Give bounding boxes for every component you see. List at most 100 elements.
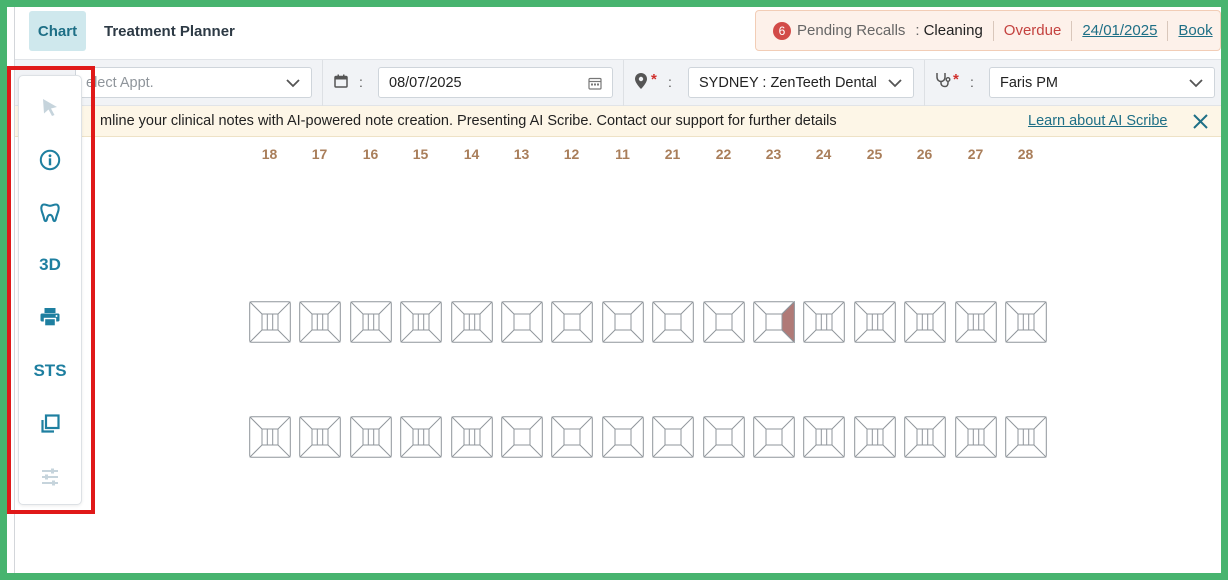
tooth-lower-11[interactable] bbox=[602, 416, 644, 458]
copy-icon bbox=[41, 414, 60, 433]
tooth-lower-14[interactable] bbox=[451, 416, 493, 458]
tooth-upper-17[interactable] bbox=[299, 301, 341, 343]
location-colon: : bbox=[668, 74, 672, 90]
tooth-lower-28[interactable] bbox=[1005, 416, 1047, 458]
chevron-down-icon bbox=[888, 79, 902, 88]
date-colon: : bbox=[359, 74, 363, 90]
tooth-upper-14[interactable] bbox=[451, 301, 493, 343]
sliders-icon bbox=[42, 468, 58, 486]
tooth-upper-23[interactable] bbox=[753, 301, 795, 343]
tooth-lower-25[interactable] bbox=[854, 416, 896, 458]
chevron-down-icon bbox=[286, 79, 300, 88]
tab-treatment-planner[interactable]: Treatment Planner bbox=[104, 11, 235, 51]
calendar-picker-icon[interactable] bbox=[588, 76, 602, 90]
tooth-lower-24[interactable] bbox=[803, 416, 845, 458]
tooth-lower-15[interactable] bbox=[400, 416, 442, 458]
tooth-number: 14 bbox=[463, 146, 480, 162]
tooth-lower-22[interactable] bbox=[703, 416, 745, 458]
tooth-icon bbox=[40, 203, 60, 223]
tooth-upper-22[interactable] bbox=[703, 301, 745, 343]
tooth-upper-16[interactable] bbox=[350, 301, 392, 343]
tooth-number: 24 bbox=[815, 146, 832, 162]
duplicate-button[interactable] bbox=[19, 407, 81, 441]
tooth-upper-15[interactable] bbox=[400, 301, 442, 343]
tooth-upper-28[interactable] bbox=[1005, 301, 1047, 343]
divider bbox=[623, 60, 624, 107]
required-mark: * bbox=[953, 71, 959, 88]
appointment-placeholder: elect Appt. bbox=[86, 74, 154, 91]
learn-ai-scribe-link[interactable]: Learn about AI Scribe bbox=[1028, 113, 1167, 129]
tooth-number: 26 bbox=[916, 146, 933, 162]
divider bbox=[322, 60, 323, 107]
date-value: 08/07/2025 bbox=[389, 74, 462, 91]
close-icon[interactable] bbox=[1193, 114, 1208, 129]
location-pin-icon bbox=[635, 73, 647, 89]
3d-view-button[interactable]: 3D bbox=[19, 248, 81, 282]
info-button[interactable] bbox=[19, 143, 81, 177]
tooth-upper-13[interactable] bbox=[501, 301, 543, 343]
tooth-upper-25[interactable] bbox=[854, 301, 896, 343]
provider-select[interactable]: Faris PM bbox=[989, 67, 1215, 98]
tooth-number: 15 bbox=[412, 146, 429, 162]
tooth-upper-21[interactable] bbox=[652, 301, 694, 343]
recall-date-link[interactable]: 24/01/2025 bbox=[1082, 22, 1157, 39]
tooth-lower-18[interactable] bbox=[249, 416, 291, 458]
tooth-upper-27[interactable] bbox=[955, 301, 997, 343]
tooth-upper-26[interactable] bbox=[904, 301, 946, 343]
calendar-icon bbox=[334, 74, 348, 88]
stethoscope-icon bbox=[936, 73, 951, 88]
info-icon bbox=[39, 149, 61, 171]
tooth-number: 16 bbox=[362, 146, 379, 162]
required-mark: * bbox=[651, 71, 657, 88]
tooth-upper-24[interactable] bbox=[803, 301, 845, 343]
tooth-number: 17 bbox=[311, 146, 328, 162]
filter-bar: elect Appt. : 08/07/2025 * : SYDNEY : Ze… bbox=[15, 59, 1221, 107]
recall-count-badge: 6 bbox=[773, 21, 791, 40]
location-value: SYDNEY : ZenTeeth Dental bbox=[699, 74, 877, 91]
tooth-number: 12 bbox=[563, 146, 580, 162]
tooth-lower-27[interactable] bbox=[955, 416, 997, 458]
appointment-select[interactable]: elect Appt. bbox=[75, 67, 312, 98]
date-input[interactable]: 08/07/2025 bbox=[378, 67, 613, 98]
ai-scribe-notice: mline your clinical notes with AI-powere… bbox=[15, 106, 1221, 137]
recall-type: Cleaning bbox=[923, 22, 983, 39]
cursor-arrow-icon bbox=[43, 99, 57, 116]
tooth-number: 13 bbox=[513, 146, 530, 162]
tab-chart[interactable]: Chart bbox=[29, 11, 86, 51]
provider-colon: : bbox=[970, 74, 974, 90]
tooth-lower-12[interactable] bbox=[551, 416, 593, 458]
recall-separator: : bbox=[915, 22, 920, 39]
tooth-number: 23 bbox=[765, 146, 782, 162]
dental-chart-app: Chart Treatment Planner 6 Pending Recall… bbox=[7, 7, 1221, 573]
chart-toolbar: 3D STS bbox=[18, 75, 82, 505]
tooth-number: 22 bbox=[715, 146, 732, 162]
tooth-number: 21 bbox=[664, 146, 681, 162]
tooth-number: 28 bbox=[1017, 146, 1034, 162]
tooth-upper-11[interactable] bbox=[602, 301, 644, 343]
tooth-lower-23[interactable] bbox=[753, 416, 795, 458]
tooth-lower-17[interactable] bbox=[299, 416, 341, 458]
adjust-settings-button[interactable] bbox=[19, 460, 81, 494]
tooth-upper-12[interactable] bbox=[551, 301, 593, 343]
divider bbox=[1071, 20, 1073, 41]
tooth-number: 27 bbox=[967, 146, 984, 162]
select-tool-button[interactable] bbox=[19, 90, 81, 124]
tooth-lower-21[interactable] bbox=[652, 416, 694, 458]
recall-label: Pending Recalls bbox=[797, 22, 906, 39]
book-link[interactable]: Book bbox=[1178, 22, 1212, 39]
tooth-lower-16[interactable] bbox=[350, 416, 392, 458]
tooth-lower-13[interactable] bbox=[501, 416, 543, 458]
sts-button[interactable]: STS bbox=[19, 354, 81, 388]
tooth-number: 25 bbox=[866, 146, 883, 162]
tooth-lower-26[interactable] bbox=[904, 416, 946, 458]
printer-icon bbox=[40, 308, 60, 327]
tooth-upper-18[interactable] bbox=[249, 301, 291, 343]
divider bbox=[924, 60, 925, 107]
notice-text: mline your clinical notes with AI-powere… bbox=[100, 113, 837, 129]
tooth-tool-button[interactable] bbox=[19, 196, 81, 230]
recall-status: Overdue bbox=[1003, 22, 1062, 39]
location-select[interactable]: SYDNEY : ZenTeeth Dental bbox=[688, 67, 914, 98]
print-button[interactable] bbox=[19, 300, 81, 334]
pending-recalls-banner: 6 Pending Recalls : Cleaning Overdue 24/… bbox=[755, 10, 1221, 51]
tooth-number: 11 bbox=[615, 146, 630, 162]
